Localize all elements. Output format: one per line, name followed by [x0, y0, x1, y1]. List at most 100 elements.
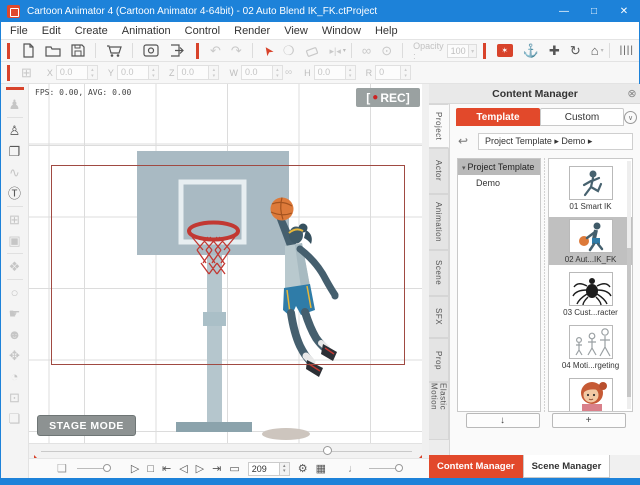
anchor-icon[interactable]: ⚓	[523, 42, 539, 60]
new-project-icon[interactable]	[21, 43, 35, 58]
menu-view[interactable]: View	[277, 25, 315, 37]
effect-icon[interactable]: ❖	[9, 256, 21, 277]
open-project-icon[interactable]	[45, 43, 61, 58]
wh-link-icon[interactable]: ∞	[285, 67, 292, 78]
move-tool-icon[interactable]: ✚	[549, 42, 560, 60]
go-to-start-button[interactable]: ⇤	[162, 462, 171, 475]
z-field[interactable]: 0.0	[177, 65, 209, 80]
playback-settings-icon[interactable]: ⚙	[298, 462, 308, 475]
menu-animation[interactable]: Animation	[115, 25, 178, 37]
stop-button[interactable]: □	[147, 463, 154, 475]
transform-grid-icon[interactable]: ⊞	[21, 64, 32, 82]
y-field[interactable]: 0.0	[117, 65, 149, 80]
zoom-slider-handle[interactable]	[323, 446, 332, 455]
flip-dropdown-icon[interactable]: ▾	[343, 47, 346, 54]
collect-clip-icon[interactable]: ❍	[283, 42, 295, 60]
previous-frame-button[interactable]: ◁	[179, 462, 187, 475]
rotate-tool-icon[interactable]: ↻	[570, 42, 581, 60]
x-field[interactable]: 0.0	[56, 65, 88, 80]
play-button[interactable]: ▷	[131, 462, 139, 475]
face-puppet-icon[interactable]: ☻	[8, 324, 22, 345]
r-spinner[interactable]: ▴▾	[401, 65, 411, 80]
maximize-button[interactable]: □	[579, 0, 609, 22]
download-button[interactable]: ↓	[466, 413, 540, 428]
tab-scene[interactable]: Scene	[429, 250, 449, 296]
redo-icon[interactable]: ↷	[231, 42, 242, 60]
eraser-icon[interactable]	[305, 44, 320, 58]
breadcrumb[interactable]: Project Template ▸ Demo ▸	[478, 133, 633, 150]
menu-help[interactable]: Help	[368, 25, 405, 37]
tab-content-manager[interactable]: Content Manager	[429, 455, 523, 478]
export-icon[interactable]	[169, 43, 185, 58]
loop-button[interactable]: ▭	[229, 462, 239, 475]
image-layer-icon[interactable]: ▣	[8, 230, 20, 251]
grid-tool-icon[interactable]: ⊞	[9, 209, 20, 230]
render-preview-icon[interactable]: ▦	[316, 462, 326, 475]
volume-note-icon[interactable]: ♩	[348, 463, 359, 475]
media-prop-icon[interactable]: ❐	[9, 141, 21, 162]
frame-spinner[interactable]: ▴▾	[280, 462, 290, 476]
select-tool-icon[interactable]: ➤	[258, 41, 279, 60]
tab-elastic-motion[interactable]: Elastic Motion	[429, 382, 449, 440]
list-item[interactable]: 04 Moti...rgeting	[549, 323, 632, 371]
menu-render[interactable]: Render	[227, 25, 277, 37]
gesture-icon[interactable]: ☛	[9, 303, 21, 324]
tab-template[interactable]: Template	[456, 108, 540, 126]
volume-slider[interactable]	[369, 468, 399, 469]
y-spinner[interactable]: ▴▾	[149, 65, 159, 80]
tree-root[interactable]: ▾Project Template	[458, 159, 540, 175]
bubble-slider[interactable]	[77, 468, 107, 469]
menu-window[interactable]: Window	[315, 25, 368, 37]
tab-prop[interactable]: Prop	[429, 338, 449, 382]
opacity-field[interactable]: 100	[447, 44, 470, 58]
save-project-icon[interactable]	[71, 43, 85, 58]
breadcrumb-back-icon[interactable]: ↩	[458, 134, 468, 148]
list-item[interactable]: 01 Smart IK	[549, 164, 632, 212]
z-spinner[interactable]: ▴▾	[209, 65, 219, 80]
undo-icon[interactable]: ↶	[210, 42, 221, 60]
menu-file[interactable]: File	[3, 25, 35, 37]
audio-icon[interactable]: ∿	[9, 162, 20, 183]
frame-number-field[interactable]: 209	[248, 462, 280, 476]
stage-viewport[interactable]: FPS: 0.00, AVG: 0.00 [●REC] STAGE MODE	[29, 84, 422, 443]
head-setup-icon[interactable]: ◔	[11, 366, 19, 387]
create-actor-icon[interactable]: ♙	[9, 120, 21, 141]
next-frame-button[interactable]: ▷	[196, 462, 204, 475]
character-icon[interactable]: ♟	[9, 94, 21, 115]
home-dropdown-icon[interactable]: ▾	[601, 47, 604, 54]
r-field[interactable]: 0	[375, 65, 401, 80]
panel-close-icon[interactable]: ⊗	[623, 87, 640, 100]
text-bubble-icon[interactable]: Ⓣ	[8, 183, 21, 204]
chevron-down-icon[interactable]: ∨	[624, 111, 637, 124]
list-item[interactable]: 03 Cust...racter	[549, 270, 632, 318]
zoom-slider-track[interactable]	[41, 451, 412, 452]
tab-animation[interactable]: Animation	[429, 194, 449, 250]
preview-icon[interactable]	[143, 43, 159, 58]
speech-bubble-icon[interactable]: ❑	[57, 462, 67, 475]
physics-icon[interactable]: ○	[11, 282, 19, 303]
opacity-dropdown-icon[interactable]: ▾	[469, 44, 476, 58]
layout-icon[interactable]: ⊡	[9, 387, 20, 408]
tab-scene-manager[interactable]: Scene Manager	[523, 455, 611, 478]
minimize-button[interactable]: —	[549, 0, 579, 22]
w-field[interactable]: 0.0	[241, 65, 273, 80]
add-content-button[interactable]: +	[552, 413, 626, 428]
tree-list-splitter[interactable]	[541, 158, 548, 412]
menu-control[interactable]: Control	[178, 25, 227, 37]
tab-project[interactable]: Project	[429, 104, 449, 148]
list-scrollbar[interactable]	[627, 161, 631, 409]
content-store-icon[interactable]	[106, 43, 122, 58]
link-icon[interactable]: ∞	[362, 42, 371, 60]
go-to-end-button[interactable]: ⇥	[212, 462, 221, 475]
list-item-selected[interactable]: 02 Aut...IK_FK	[549, 217, 632, 265]
visibility-icon[interactable]: ⊙	[381, 42, 392, 60]
h-field[interactable]: 0.0	[314, 65, 346, 80]
tab-sfx[interactable]: SFX	[429, 296, 449, 338]
tab-actor[interactable]: Actor	[429, 148, 449, 194]
layer-manager-icon[interactable]: ❏	[9, 408, 21, 429]
tree-item-demo[interactable]: Demo	[458, 175, 540, 191]
menu-edit[interactable]: Edit	[35, 25, 68, 37]
menu-create[interactable]: Create	[68, 25, 115, 37]
home-view-icon[interactable]: ⌂	[591, 42, 599, 60]
render-style-icon[interactable]: ✶	[497, 44, 513, 57]
